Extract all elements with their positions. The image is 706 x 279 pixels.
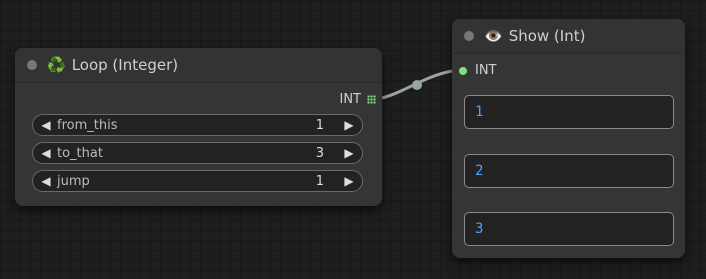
value-display[interactable]: 3 [464,212,674,246]
output-label: INT [339,92,362,107]
input-int[interactable]: INT [459,63,497,78]
decrement-arrow-icon[interactable]: ◀ [37,118,55,132]
node-title-bar[interactable]: 👁️ Show (Int) [452,19,685,54]
eye-icon: 👁️ [484,27,503,45]
link-midpoint-handle[interactable] [412,80,422,90]
input-connector-dot[interactable] [459,66,467,75]
increment-arrow-icon[interactable]: ▶ [340,118,358,132]
widget-name: jump [57,173,90,189]
loop-integer-node[interactable]: ♻️ Loop (Integer) INT ◀ from_this 1 ▶ ◀ … [15,48,382,206]
widget-value[interactable]: 3 [316,146,324,161]
node-title: Show (Int) [508,27,586,45]
value-display[interactable]: 1 [464,95,674,129]
grid-output-icon[interactable] [367,95,376,104]
collapse-toggle[interactable] [464,31,474,41]
recycle-icon: ♻️ [47,56,66,74]
widget-name: from_this [57,117,118,133]
widget-value[interactable]: 1 [316,118,324,133]
widget-name: to_that [57,145,103,161]
collapse-toggle[interactable] [27,60,37,70]
increment-arrow-icon[interactable]: ▶ [340,174,358,188]
show-int-node[interactable]: 👁️ Show (Int) INT 1 2 3 [452,19,685,258]
widget-jump[interactable]: ◀ jump 1 ▶ [32,170,363,192]
widget-from-this[interactable]: ◀ from_this 1 ▶ [32,114,363,136]
input-label: INT [475,63,497,78]
widget-to-that[interactable]: ◀ to_that 3 ▶ [32,142,363,164]
decrement-arrow-icon[interactable]: ◀ [37,174,55,188]
decrement-arrow-icon[interactable]: ◀ [37,146,55,160]
increment-arrow-icon[interactable]: ▶ [340,146,358,160]
node-title: Loop (Integer) [71,56,179,74]
node-title-bar[interactable]: ♻️ Loop (Integer) [15,48,382,83]
output-int[interactable]: INT [339,92,376,107]
value-display[interactable]: 2 [464,154,674,188]
widget-value[interactable]: 1 [316,174,324,189]
